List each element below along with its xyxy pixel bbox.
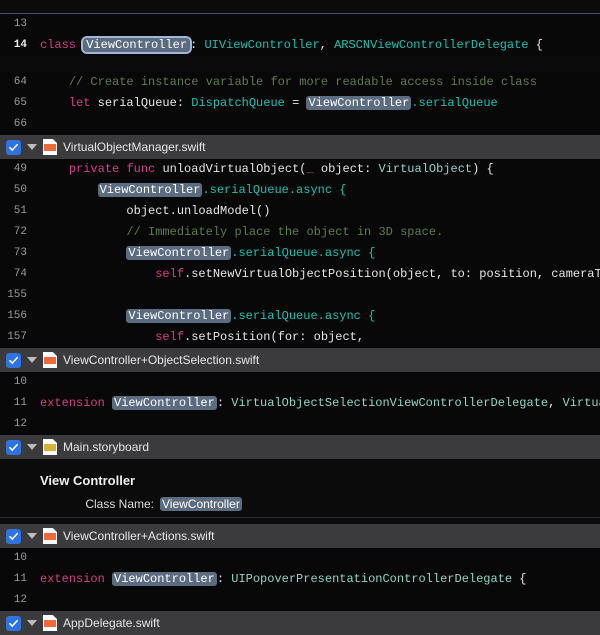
search-match-primary: ViewController	[83, 38, 190, 52]
code-call: ViewController.serialQueue.async {	[34, 180, 600, 201]
code-row[interactable]: 74 self.setNewVirtualObjectPosition(obje…	[0, 264, 600, 285]
storyboard-field-label: Class Name:	[40, 497, 160, 511]
code-empty	[34, 285, 600, 306]
code-row[interactable]: 12	[0, 590, 600, 611]
line-number: 157	[0, 327, 34, 348]
line-number: 155	[0, 285, 34, 306]
code-extension: extension ViewController: UIPopoverPrese…	[34, 569, 600, 590]
line-number: 14	[0, 35, 34, 56]
code-empty	[34, 114, 600, 135]
swift-file-icon	[43, 352, 57, 368]
code-empty	[34, 548, 600, 569]
code-row[interactable]: 11 extension ViewController: UIPopoverPr…	[0, 569, 600, 590]
code-row[interactable]: 12	[0, 414, 600, 435]
code-line: object.unloadModel()	[34, 201, 600, 222]
line-number: 11	[0, 569, 34, 590]
line-number: 11	[0, 393, 34, 414]
search-match: ViewController	[306, 96, 411, 110]
file-name: ViewController+ObjectSelection.swift	[63, 353, 259, 367]
code-row[interactable]: 72 // Immediately place the object in 3D…	[0, 222, 600, 243]
line-number: 12	[0, 590, 34, 611]
file-name: AppDelegate.swift	[63, 616, 160, 630]
code-empty	[34, 590, 600, 611]
code-func: private func unloadVirtualObject(_ objec…	[34, 159, 600, 180]
line-number: 65	[0, 93, 34, 114]
file-header[interactable]: Main.storyboard	[0, 435, 600, 459]
code-row[interactable]: 13	[0, 14, 600, 35]
disclosure-triangle-icon[interactable]	[27, 620, 37, 626]
code-row[interactable]: 10	[0, 548, 600, 569]
line-number: 10	[0, 548, 34, 569]
checkbox-icon[interactable]	[6, 353, 21, 368]
swift-file-icon	[43, 139, 57, 155]
code-row[interactable]: 157 self.setPosition(for: object,	[0, 327, 600, 348]
code-row[interactable]: 10	[0, 372, 600, 393]
code-row[interactable]: 156 ViewController.serialQueue.async {	[0, 306, 600, 327]
checkbox-icon[interactable]	[6, 616, 21, 631]
file-header[interactable]: AppDelegate.swift	[0, 611, 600, 635]
file-header[interactable]: VirtualObjectManager.swift	[0, 135, 600, 159]
code-row[interactable]: 73 ViewController.serialQueue.async {	[0, 243, 600, 264]
code-row[interactable]: 11 extension ViewController: VirtualObje…	[0, 393, 600, 414]
search-match: ViewController	[98, 183, 203, 197]
disclosure-triangle-icon[interactable]	[27, 533, 37, 539]
line-number: 49	[0, 159, 34, 180]
code-row[interactable]: 50 ViewController.serialQueue.async {	[0, 180, 600, 201]
line-number: 12	[0, 414, 34, 435]
checkbox-icon[interactable]	[6, 529, 21, 544]
checkbox-icon[interactable]	[6, 140, 21, 155]
file-name: VirtualObjectManager.swift	[63, 140, 206, 154]
line-number: 72	[0, 222, 34, 243]
line-number: 66	[0, 114, 34, 135]
disclosure-triangle-icon[interactable]	[27, 444, 37, 450]
disclosure-triangle-icon[interactable]	[27, 357, 37, 363]
storyboard-section-title: View Controller	[0, 467, 600, 494]
line-number: 50	[0, 180, 34, 201]
code-empty	[34, 372, 600, 393]
code-line: self.setPosition(for: object,	[34, 327, 600, 348]
search-match: ViewController	[160, 497, 242, 511]
code-line: self.setNewVirtualObjectPosition(object,…	[34, 264, 600, 285]
code-extension: extension ViewController: VirtualObjectS…	[34, 393, 600, 414]
search-match: ViewController	[112, 396, 217, 410]
code-comment: // Immediately place the object in 3D sp…	[34, 222, 600, 243]
line-number: 74	[0, 264, 34, 285]
swift-file-icon	[43, 528, 57, 544]
code-row[interactable]: 65 let serialQueue: DispatchQueue = View…	[0, 93, 600, 114]
code-row[interactable]: 14 class ViewController: UIViewControlle…	[0, 35, 600, 56]
code-row[interactable]: 64 // Create instance variable for more …	[0, 72, 600, 93]
gap	[0, 459, 600, 467]
search-match: ViewController	[126, 309, 231, 323]
file-name: ViewController+Actions.swift	[63, 529, 215, 543]
code-empty	[34, 14, 600, 35]
code-let: let serialQueue: DispatchQueue = ViewCon…	[34, 93, 600, 114]
code-call: ViewController.serialQueue.async {	[34, 243, 600, 264]
swift-file-icon	[43, 615, 57, 631]
code-row[interactable]: 155	[0, 285, 600, 306]
code-comment: // Create instance variable for more rea…	[34, 72, 600, 93]
code-call: ViewController.serialQueue.async {	[34, 306, 600, 327]
line-number: 73	[0, 243, 34, 264]
code-row[interactable]: 66	[0, 114, 600, 135]
code-row[interactable]: 51 object.unloadModel()	[0, 201, 600, 222]
file-header[interactable]: ViewController+ObjectSelection.swift	[0, 348, 600, 372]
line-number: 13	[0, 14, 34, 35]
gap	[0, 56, 600, 72]
search-match: ViewController	[112, 572, 217, 586]
line-number: 156	[0, 306, 34, 327]
search-match: ViewController	[126, 246, 231, 260]
code-class-decl: class ViewController: UIViewController, …	[34, 35, 600, 56]
disclosure-triangle-icon[interactable]	[27, 144, 37, 150]
code-row[interactable]: 49 private func unloadVirtualObject(_ ob…	[0, 159, 600, 180]
file-header[interactable]: ViewController+Actions.swift	[0, 524, 600, 548]
line-number: 51	[0, 201, 34, 222]
storyboard-file-icon	[43, 439, 57, 455]
storyboard-field-row: Class Name: ViewController	[0, 494, 600, 518]
line-number: 64	[0, 72, 34, 93]
code-empty	[34, 414, 600, 435]
top-strip	[0, 0, 600, 13]
checkbox-icon[interactable]	[6, 440, 21, 455]
file-name: Main.storyboard	[63, 440, 149, 454]
line-number: 10	[0, 372, 34, 393]
